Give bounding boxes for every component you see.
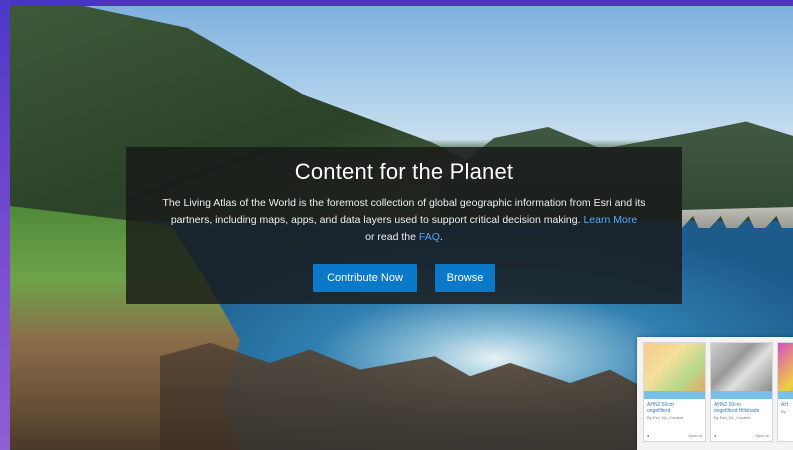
frame-left-bar xyxy=(0,0,10,450)
card-title: AH xyxy=(778,399,793,408)
card-thumbnail-map xyxy=(644,343,705,391)
hero-overlay-panel: Content for the Planet The Living Atlas … xyxy=(126,147,682,304)
card-author: By Esri_NL_Content xyxy=(714,415,751,420)
card-title-line1: AH xyxy=(781,402,788,408)
card-author: By Esri_NL_Content xyxy=(647,415,684,420)
card-category-band xyxy=(644,391,705,399)
hero-description-text: The Living Atlas of the World is the for… xyxy=(162,197,646,226)
gallery-preview-thumbnail[interactable]: AHN2 50cm ongefilterd By Esri_NL_Content… xyxy=(637,337,793,450)
faq-period: . xyxy=(439,231,443,243)
card-footer: ● Open in xyxy=(647,433,702,438)
preview-card[interactable]: AHN2 50cm ongefilterd Hillshade By Esri_… xyxy=(710,342,773,442)
card-open-link[interactable]: Open in xyxy=(688,433,702,438)
faq-link[interactable]: FAQ xyxy=(419,231,440,243)
card-footer: ● Open in xyxy=(714,433,769,438)
card-title: AHN2 50cm ongefilterd xyxy=(644,399,705,414)
card-open-link[interactable]: Open in xyxy=(755,433,769,438)
or-read-the-text: or read the xyxy=(365,231,416,243)
card-title-line2: ongefilterd xyxy=(647,408,671,414)
card-category-band xyxy=(711,391,772,399)
card-thumbnail-map xyxy=(778,343,793,391)
card-category-band xyxy=(778,391,793,399)
card-title: AHN2 50cm ongefilterd Hillshade xyxy=(711,399,772,414)
preview-card[interactable]: AH By xyxy=(777,342,793,442)
hero-title: Content for the Planet xyxy=(294,159,514,184)
card-info-icon: ● xyxy=(647,433,650,438)
preview-card[interactable]: AHN2 50cm ongefilterd By Esri_NL_Content… xyxy=(643,342,706,442)
card-title-line2: ongefilterd Hillshade xyxy=(714,408,760,414)
learn-more-link[interactable]: Learn More xyxy=(583,214,637,226)
card-info-icon: ● xyxy=(714,433,717,438)
contribute-now-button[interactable]: Contribute Now xyxy=(313,264,417,292)
card-author: By xyxy=(781,409,786,414)
card-thumbnail-map xyxy=(711,343,772,391)
hero-description: The Living Atlas of the World is the for… xyxy=(148,195,660,246)
browse-button[interactable]: Browse xyxy=(435,264,495,292)
hero-button-row: Contribute Now Browse xyxy=(126,264,682,292)
